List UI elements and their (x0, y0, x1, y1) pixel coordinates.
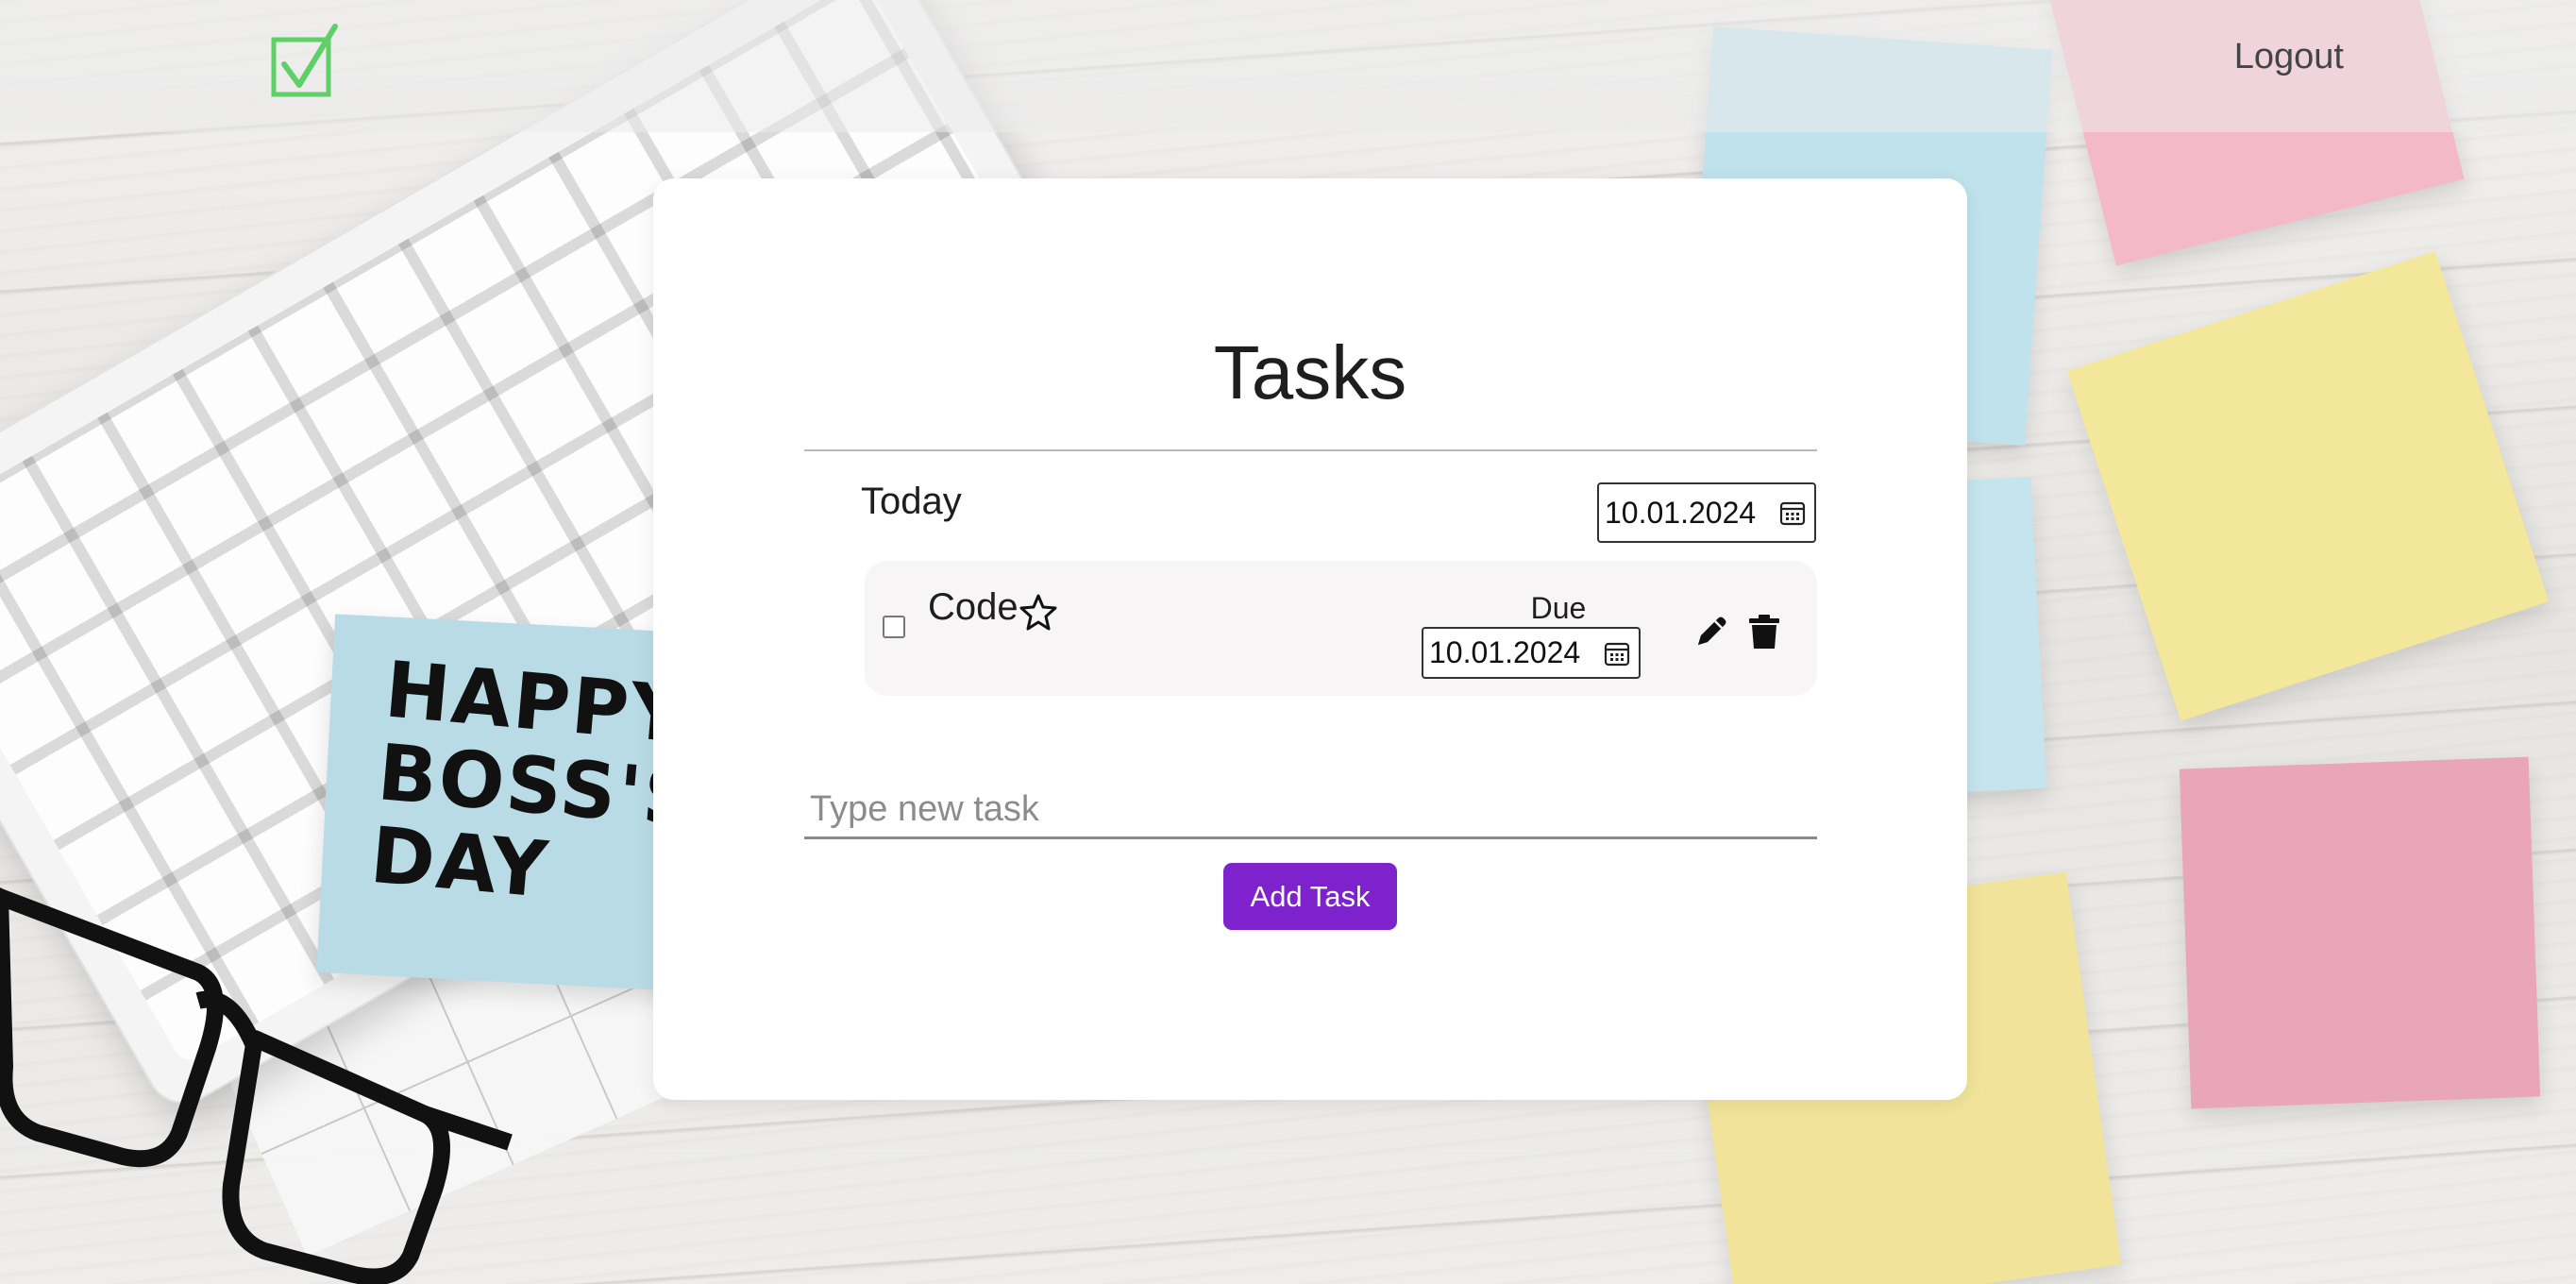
app-scene: HAPPY BOSS'S DAY Logout Tasks Today 10.0… (0, 0, 2576, 1284)
new-task-input[interactable] (804, 783, 1817, 839)
pencil-edit-icon[interactable] (1692, 613, 1730, 650)
page-title: Tasks (1213, 330, 1407, 414)
due-label: Due (1530, 591, 1587, 625)
glasses-image (0, 887, 513, 1284)
task-name: Code (928, 586, 1019, 628)
tasks-card: Tasks Today 10.01.2024 Code Due 10.01.20… (653, 178, 1967, 1100)
add-task-button[interactable]: Add Task (1223, 863, 1397, 930)
calendar-icon[interactable] (1603, 639, 1631, 667)
section-date-input[interactable]: 10.01.2024 (1597, 482, 1816, 543)
top-nav-bar: Logout (0, 0, 2576, 132)
task-item: Code Due 10.01.2024 (865, 561, 1817, 696)
section-date-value: 10.01.2024 (1605, 495, 1757, 530)
checkbox-check-icon[interactable] (269, 21, 345, 106)
calendar-icon[interactable] (1778, 498, 1807, 527)
trash-delete-icon[interactable] (1747, 613, 1781, 650)
star-icon[interactable] (1019, 592, 1058, 632)
sticky-note-pink (2179, 756, 2541, 1109)
due-date-value: 10.01.2024 (1429, 635, 1581, 669)
due-date-input[interactable]: 10.01.2024 (1422, 627, 1641, 679)
task-complete-checkbox[interactable] (883, 616, 905, 638)
logout-button[interactable]: Logout (2229, 36, 2349, 78)
section-label-today: Today (861, 481, 962, 522)
title-divider (804, 449, 1817, 451)
